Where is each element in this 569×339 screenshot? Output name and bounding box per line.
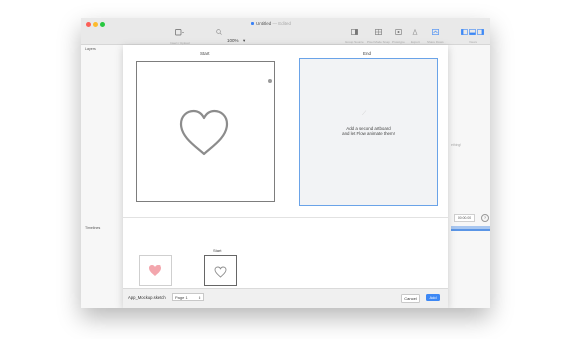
thumbnail-start-tag: Start: [213, 248, 222, 253]
minimize-window-button[interactable]: [93, 22, 98, 27]
panels-icon: [461, 29, 485, 38]
document-name: App_Mockup.sketch: [128, 295, 166, 300]
timeline-time-field[interactable]: 00:00.00: [454, 214, 475, 222]
app-window: Untitled — Edited Insert / Upload 100% ▾…: [81, 18, 490, 308]
artboard-thumbnail-selected[interactable]: [204, 255, 237, 286]
layers-sidebar: Layers Timelines: [81, 45, 124, 308]
chevron-down-icon: ▾: [242, 38, 246, 43]
start-column-label: Start: [200, 51, 210, 56]
views-toolbar-item[interactable]: Views: [461, 29, 485, 44]
window-title: Untitled — Edited: [251, 21, 291, 26]
export-icon: [411, 28, 420, 38]
toolbar-item-export[interactable]: Export: [411, 28, 420, 44]
share-icon: [427, 29, 444, 38]
toolbar-item-group-source[interactable]: Group Source: [345, 29, 364, 44]
search-icon: [216, 29, 222, 38]
insert-toolbar-item[interactable]: Insert / Upload: [170, 29, 190, 45]
layers-heading: Layers: [85, 47, 96, 51]
document-icon: [251, 22, 254, 26]
timeline-track-active: [451, 229, 490, 231]
sheet-footer: App_Mockup.sketch Page 1 ⇕ Cancel Add: [123, 288, 448, 308]
help-icon[interactable]: ?: [481, 214, 489, 222]
window-title-text: Untitled: [256, 21, 272, 26]
toolbar-item-share-flows[interactable]: Share Flows: [427, 29, 444, 44]
window-title-suffix: — Edited: [272, 21, 292, 26]
title-bar: Untitled — Edited Insert / Upload 100% ▾…: [81, 18, 490, 53]
views-label: Views: [469, 40, 477, 44]
add-button[interactable]: Add: [426, 294, 440, 301]
end-column-label: End: [363, 51, 372, 56]
end-artboard-hint: Add a second artboard and let Flow anima…: [342, 126, 395, 137]
grid-icon: [367, 29, 390, 38]
magic-wand-icon: ⟋: [362, 111, 367, 117]
add-artboard-sheet: Start End ⟋ Add a second artboard and le…: [123, 45, 448, 308]
zoom-value: 100%: [227, 38, 239, 43]
toolbar-item-label: Group Source: [345, 40, 364, 44]
end-artboard-dropzone[interactable]: ⟋ Add a second artboard and let Flow ani…: [299, 58, 438, 206]
resize-handle[interactable]: [268, 79, 272, 83]
prototype-icon: [392, 29, 405, 38]
toolbar-item-pixel-mode[interactable]: Pixel Mode Snap: [367, 29, 390, 44]
close-window-button[interactable]: [86, 22, 91, 27]
heart-icon: [178, 109, 230, 162]
toolbar-item-label: Pixel Mode Snap: [367, 40, 390, 44]
artboard-thumbnail[interactable]: [139, 255, 172, 286]
chevron-updown-icon: ⇕: [198, 296, 201, 300]
inspector-sidebar: [448, 45, 490, 308]
page-select[interactable]: Page 1 ⇕: [172, 293, 204, 301]
cancel-button[interactable]: Cancel: [401, 294, 420, 303]
page-select-value: Page 1: [175, 295, 188, 300]
toolbar-item-label: Prototype: [392, 40, 405, 44]
inspector-hint-text: ething!: [451, 143, 462, 147]
start-artboard-preview[interactable]: [136, 61, 275, 202]
insert-icon: [170, 29, 190, 39]
zoom-window-button[interactable]: [100, 22, 105, 27]
toolbar-item-label: Export: [411, 40, 420, 44]
toolbar-item-prototype[interactable]: Prototype: [392, 29, 405, 44]
layout-icon: [345, 29, 364, 38]
toolbar-item-label: Share Flows: [427, 40, 444, 44]
sheet-divider: [123, 217, 448, 218]
timelines-heading: Timelines: [85, 226, 101, 230]
search-toolbar-item[interactable]: [216, 29, 222, 38]
heart-icon: [214, 265, 227, 283]
heart-icon: [148, 264, 162, 282]
